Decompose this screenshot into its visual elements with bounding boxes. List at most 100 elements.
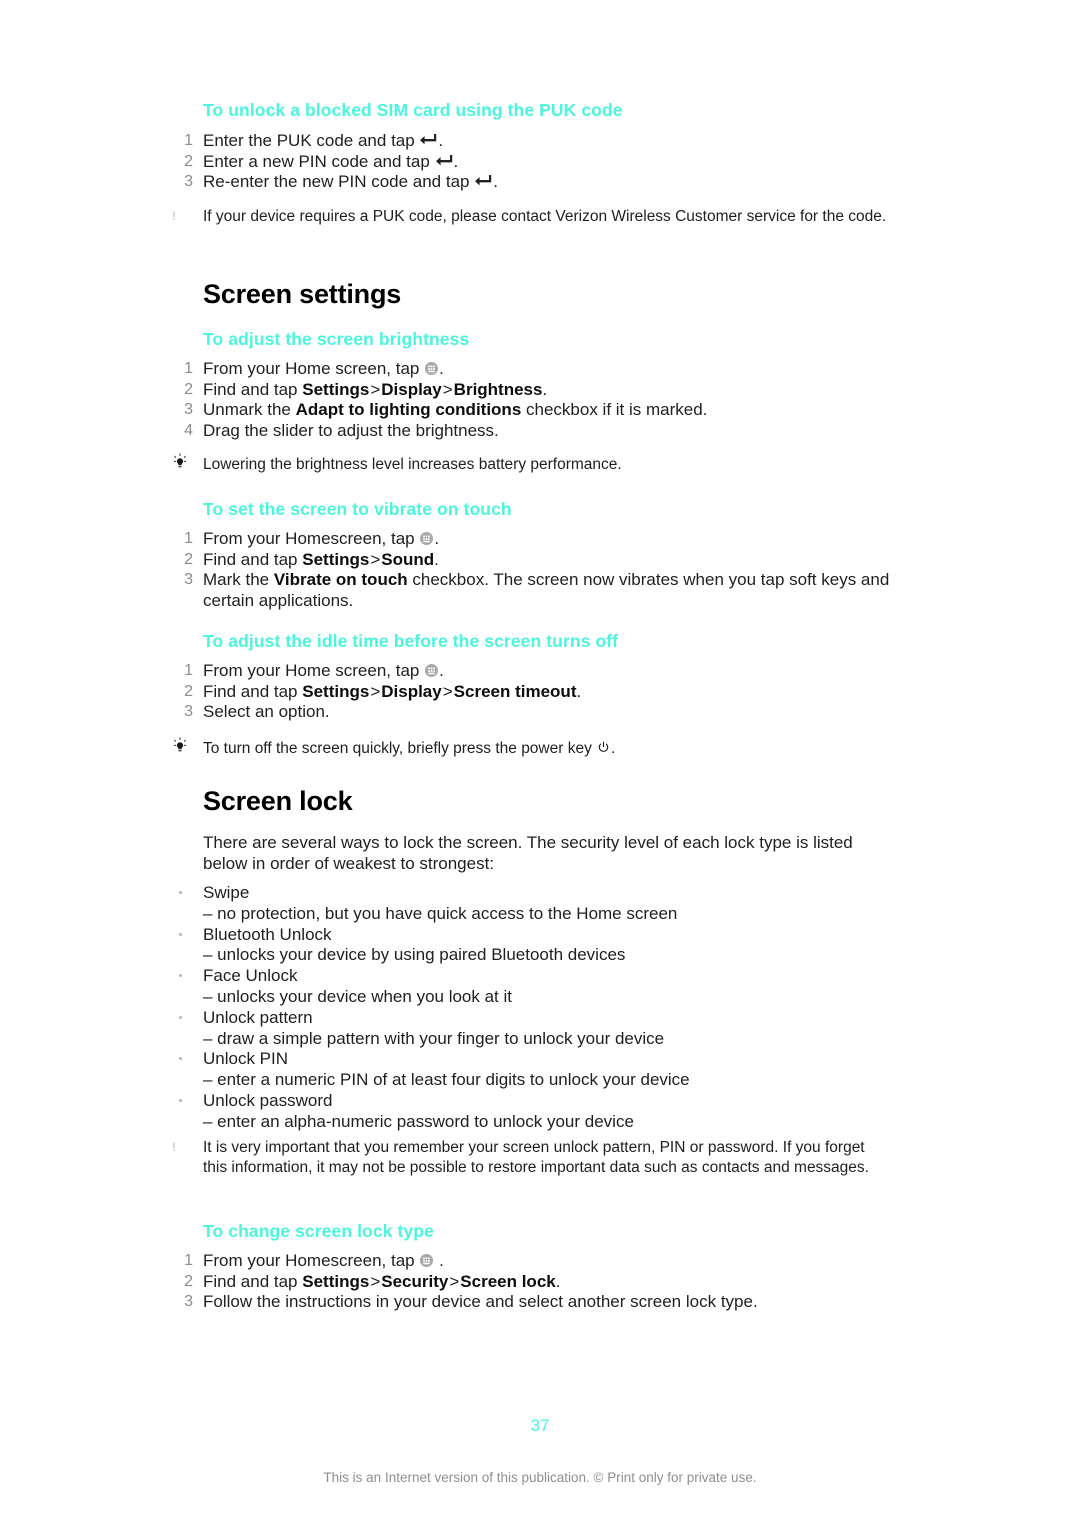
- step-text: From your Homescreen, tap: [203, 529, 420, 548]
- steps-adjust-brightness: 1 From your Home screen, tap . 2 Find an…: [184, 359, 890, 441]
- step-number: 3: [184, 401, 193, 418]
- step-text: Find and tap: [203, 379, 303, 399]
- heading-vibrate-on-touch: To set the screen to vibrate on touch: [203, 499, 512, 519]
- step-text-after: .: [453, 151, 459, 171]
- step-text-after: .: [576, 681, 582, 701]
- lock-type-desc: – enter an alpha-numeric password to unl…: [203, 1111, 634, 1131]
- breadcrumb-sep: >: [442, 379, 453, 399]
- app-drawer-icon: [420, 530, 434, 545]
- step-text-after: .: [434, 549, 439, 569]
- list-item: Swipe – no protection, but you have quic…: [179, 883, 890, 925]
- heading-unlock-puk: To unlock a blocked SIM card using the P…: [203, 100, 623, 120]
- lock-type-name: Unlock PIN: [203, 1049, 289, 1069]
- step-number: 3: [184, 703, 193, 720]
- step-number: 1: [184, 662, 193, 679]
- page-number: 37: [530, 1416, 550, 1435]
- lock-type-name: Face Unlock: [203, 966, 298, 986]
- step-item: 3 Mark the Vibrate on touch checkbox. Th…: [184, 570, 890, 611]
- menu-settings: Settings: [302, 379, 370, 399]
- heading-screen-lock: Screen lock: [203, 786, 353, 816]
- step-text: Re-enter the new PIN code and tap: [203, 172, 475, 191]
- step-number: 4: [184, 421, 193, 439]
- menu-screen-lock: Screen lock: [460, 1271, 556, 1291]
- list-item: Unlock password – enter an alpha-numeric…: [179, 1090, 890, 1133]
- step-item: 3 Re-enter the new PIN code and tap .: [184, 172, 890, 193]
- screen-lock-intro: There are several ways to lock the scree…: [203, 833, 853, 873]
- step-text: From your Homescreen, tap: [203, 1251, 420, 1270]
- steps-idle-time: 1 From your Home screen, tap . 2 Find an…: [184, 661, 890, 723]
- bullet-icon: [179, 1015, 182, 1019]
- tip-text: To turn off the screen quickly, briefly …: [203, 740, 597, 757]
- bullet-icon: [179, 891, 182, 894]
- note-screen-lock: ! It is very important that you remember…: [172, 1138, 890, 1177]
- lock-type-name: Unlock password: [203, 1090, 333, 1110]
- step-item: 3 Follow the instructions in your device…: [184, 1292, 890, 1313]
- enter-icon: [435, 153, 453, 166]
- bullet-icon: [179, 974, 182, 978]
- note-text: If your device requires a PUK code, plea…: [203, 208, 887, 225]
- step-text: Select an option.: [203, 702, 330, 721]
- lock-type-name: Swipe: [203, 883, 250, 902]
- document-page: To unlock a blocked SIM card using the P…: [0, 0, 1080, 1527]
- step-item: 3 Select an option.: [184, 702, 890, 723]
- step-text-after: .: [439, 359, 444, 378]
- step-number: 1: [184, 530, 193, 547]
- step-text: From your Home screen, tap: [203, 661, 425, 680]
- step-item: 1 From your Homescreen, tap .: [184, 529, 890, 550]
- step-number: 2: [184, 550, 193, 568]
- menu-display: Display: [381, 379, 442, 399]
- step-item: 2 Enter a new PIN code and tap .: [184, 151, 890, 173]
- step-number: 1: [184, 360, 193, 377]
- step-text: Drag the slider to adjust the brightness…: [203, 420, 499, 440]
- step-text: Enter a new PIN code and tap: [203, 151, 435, 171]
- breadcrumb-sep: >: [449, 1271, 460, 1291]
- note-text: It is very important that you remember y…: [203, 1139, 869, 1176]
- note-puk: ! If your device requires a PUK code, pl…: [172, 207, 890, 227]
- step-number: 1: [184, 1252, 193, 1269]
- step-text-after: .: [438, 131, 444, 150]
- menu-security: Security: [381, 1271, 449, 1291]
- heading-change-lock-type: To change screen lock type: [203, 1221, 434, 1241]
- heading-idle-time: To adjust the idle time before the scree…: [203, 631, 619, 651]
- app-drawer-icon: [425, 662, 439, 677]
- lock-type-name: Unlock pattern: [203, 1007, 313, 1027]
- lock-type-desc: – unlocks your device when you look at i…: [203, 986, 513, 1006]
- bullet-icon: [179, 1057, 182, 1061]
- option-vibrate-on-touch: Vibrate on touch: [273, 570, 408, 589]
- step-number: 1: [184, 132, 193, 149]
- step-item: 1 From your Home screen, tap .: [184, 359, 890, 380]
- step-text-after: .: [493, 172, 498, 191]
- menu-display: Display: [381, 681, 442, 701]
- step-text: Unmark the: [203, 400, 296, 419]
- list-item: Face Unlock – unlocks your device when y…: [179, 966, 890, 1008]
- option-adapt-lighting: Adapt to lighting conditions: [295, 400, 522, 419]
- tip-power-key: To turn off the screen quickly, briefly …: [173, 737, 890, 759]
- step-text-after: .: [542, 379, 548, 399]
- step-number: 2: [184, 152, 193, 170]
- step-item: 1 From your Homescreen, tap .: [184, 1251, 890, 1272]
- tip-brightness: Lowering the brightness level increases …: [173, 453, 890, 475]
- power-icon: [597, 740, 610, 753]
- lock-type-desc: – no protection, but you have quick acce…: [203, 903, 678, 923]
- list-item: Unlock pattern – draw a simple pattern w…: [179, 1007, 890, 1050]
- breadcrumb-sep: >: [370, 379, 381, 399]
- footer-note: This is an Internet version of this publ…: [323, 1470, 757, 1485]
- steps-change-lock-type: 1 From your Homescreen, tap . 2 Find and…: [184, 1251, 890, 1313]
- step-text: Find and tap: [203, 1271, 303, 1291]
- bullet-icon: [179, 932, 182, 936]
- steps-vibrate-on-touch: 1 From your Homescreen, tap . 2 Find and…: [184, 529, 890, 611]
- menu-settings: Settings: [302, 681, 370, 701]
- step-text-after: checkbox if it is marked.: [521, 400, 708, 419]
- step-item: 2 Find and tap Settings>Sound.: [184, 549, 890, 571]
- step-text: Enter the PUK code and tap: [203, 131, 420, 150]
- heading-screen-settings: Screen settings: [203, 279, 402, 309]
- step-number: 3: [184, 1293, 193, 1310]
- lock-type-list: Swipe – no protection, but you have quic…: [179, 883, 890, 1133]
- lock-type-name: Bluetooth Unlock: [203, 924, 332, 944]
- step-text-after: .: [555, 1271, 561, 1291]
- step-text: Mark the: [203, 570, 274, 589]
- step-text-after: .: [434, 1251, 444, 1270]
- step-text: Find and tap: [203, 681, 303, 701]
- lock-type-desc: – draw a simple pattern with your finger…: [203, 1028, 665, 1048]
- step-number: 3: [184, 173, 193, 190]
